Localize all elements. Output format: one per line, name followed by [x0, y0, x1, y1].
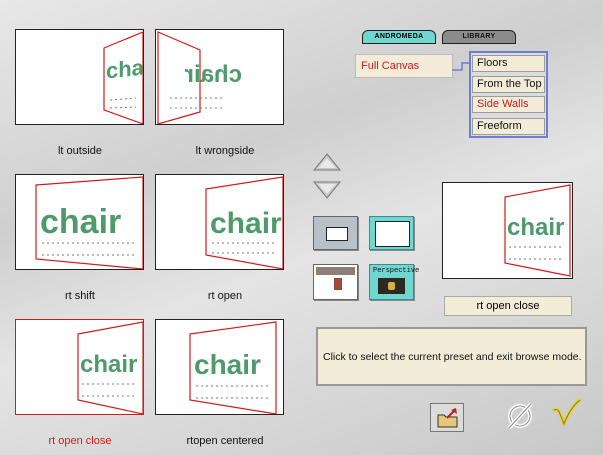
chair-word: chair: [507, 214, 564, 241]
frame-outline-icon: [326, 227, 348, 241]
preview-label-box: rt open close: [444, 296, 572, 316]
menu-item-from-the-top[interactable]: From the Top: [472, 76, 545, 93]
chair-word: chair: [40, 203, 121, 241]
perspective-button[interactable]: Perspective: [369, 264, 419, 300]
chair-word: chair: [80, 351, 137, 378]
preset-preview-art: chair: [35, 176, 143, 269]
scroll-down-arrow-icon[interactable]: [312, 180, 342, 200]
full-canvas-selector[interactable]: Full Canvas: [355, 54, 453, 78]
full-canvas-label: Full Canvas: [361, 60, 420, 72]
menu-item-side-walls[interactable]: Side Walls: [472, 96, 545, 113]
folder-export-icon: [437, 408, 458, 428]
preset-thumb-lt-wrongside[interactable]: chair: [155, 29, 284, 125]
menu-item-floors[interactable]: Floors: [472, 55, 545, 72]
preset-preview-art: chair: [189, 321, 277, 414]
preset-label-rt-open: rt open: [207, 290, 243, 302]
preset-thumb-rt-shift[interactable]: chair: [15, 174, 144, 270]
image-view-button[interactable]: [313, 264, 358, 300]
preset-thumb-lt-outside[interactable]: chair: [15, 29, 144, 125]
image-view-icon: [316, 267, 355, 275]
perspective-icon-spot: [388, 282, 395, 290]
preset-thumb-rt-open-close[interactable]: chair: [15, 319, 144, 415]
preset-label-lt-wrongside: lt wrongside: [195, 145, 255, 157]
tab-andromeda[interactable]: ANDROMEDA: [362, 30, 436, 44]
preview-label: rt open close: [476, 300, 540, 312]
preset-preview-art: chair: [205, 176, 283, 269]
preset-preview-art: chair: [157, 31, 242, 124]
preset-label-rt-open-close: rt open close: [48, 435, 112, 447]
chair-word: chair: [210, 207, 282, 240]
preset-label-rtopen-centered: rtopen centered: [186, 435, 264, 447]
info-box: Click to select the current preset and e…: [316, 327, 587, 386]
chair-word: chair: [106, 53, 144, 83]
preset-label-rt-shift: rt shift: [65, 290, 95, 302]
chair-word: chair: [194, 349, 261, 380]
frame-outline-button[interactable]: [313, 216, 358, 250]
image-view-thumb-icon: [334, 278, 342, 290]
preset-thumb-rtopen-centered[interactable]: chair: [155, 319, 284, 415]
cancel-icon[interactable]: [503, 400, 537, 432]
frame-filled-icon: [375, 221, 410, 247]
scroll-up-arrow-icon[interactable]: [312, 152, 342, 172]
tab-library[interactable]: LIBRARY: [442, 30, 516, 44]
frame-filled-button[interactable]: [369, 216, 414, 250]
preset-preview-art: chair: [77, 321, 143, 414]
preset-preview-art: chair: [103, 31, 144, 124]
chair-word-mirrored: chair: [185, 61, 242, 88]
preset-label-lt-outside: lt outside: [57, 145, 103, 157]
export-folder-button[interactable]: [430, 403, 464, 432]
info-text: Click to select the current preset and e…: [323, 350, 582, 363]
preset-thumb-rt-open[interactable]: chair: [155, 174, 284, 270]
perspective-label: Perspective: [373, 267, 420, 275]
preview-art: chair: [504, 184, 571, 277]
preview-panel: chair: [442, 182, 573, 279]
confirm-check-icon[interactable]: [550, 396, 584, 432]
menu-item-freeform[interactable]: Freeform: [472, 118, 545, 135]
